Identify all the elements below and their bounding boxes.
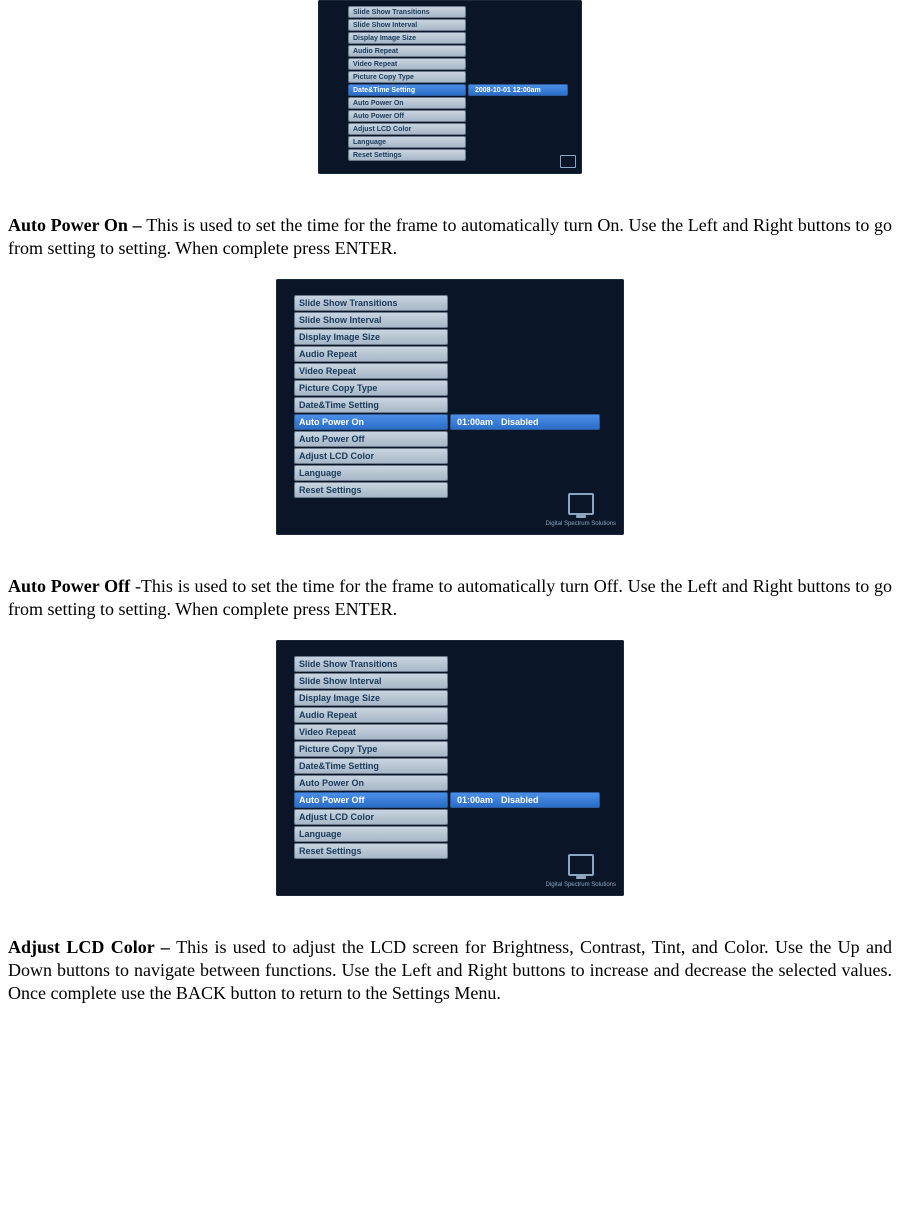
selected-value[interactable]: 2008-10-01 12:00am bbox=[468, 84, 568, 96]
menu-item[interactable]: Auto Power Off bbox=[294, 431, 448, 447]
screenshot-auto-power-off: Slide Show TransitionsSlide Show Interva… bbox=[0, 640, 900, 896]
menu-item[interactable]: Auto Power On bbox=[294, 414, 448, 430]
menu-item[interactable]: Auto Power Off bbox=[348, 110, 466, 122]
menu-item[interactable]: Audio Repeat bbox=[294, 707, 448, 723]
screenshot-date-time: Slide Show TransitionsSlide Show Interva… bbox=[0, 0, 900, 174]
menu-item[interactable]: Auto Power On bbox=[294, 775, 448, 791]
document-page: Slide Show TransitionsSlide Show Interva… bbox=[0, 0, 900, 1006]
selected-value-state: Disabled bbox=[501, 417, 539, 427]
menu-item[interactable]: Auto Power Off bbox=[294, 792, 448, 808]
menu-item[interactable]: Picture Copy Type bbox=[294, 380, 448, 396]
selected-value[interactable]: 01:00am Disabled bbox=[450, 414, 600, 430]
menu-item[interactable]: Date&Time Setting bbox=[294, 758, 448, 774]
selected-value-state: Disabled bbox=[501, 795, 539, 805]
menu-item[interactable]: Reset Settings bbox=[294, 482, 448, 498]
menu-item[interactable]: Language bbox=[294, 465, 448, 481]
menu-item[interactable]: Language bbox=[348, 136, 466, 148]
brand-logo-icon bbox=[560, 155, 576, 168]
device-screen: Slide Show TransitionsSlide Show Interva… bbox=[276, 640, 624, 896]
menu-item[interactable]: Display Image Size bbox=[294, 329, 448, 345]
brand-logo-text: Digital Spectrum Solutions bbox=[546, 882, 616, 888]
menu-item[interactable]: Adjust LCD Color bbox=[294, 448, 448, 464]
paragraph-auto-power-on: Auto Power On – This is used to set the … bbox=[0, 214, 900, 261]
paragraph-auto-power-off: Auto Power Off -This is used to set the … bbox=[0, 575, 900, 622]
menu-item[interactable]: Reset Settings bbox=[294, 843, 448, 859]
menu-item[interactable]: Slide Show Interval bbox=[294, 312, 448, 328]
device-screen: Slide Show TransitionsSlide Show Interva… bbox=[318, 0, 582, 174]
settings-menu: Slide Show TransitionsSlide Show Interva… bbox=[294, 295, 448, 498]
menu-item[interactable]: Slide Show Transitions bbox=[348, 6, 466, 18]
screenshot-auto-power-on: Slide Show TransitionsSlide Show Interva… bbox=[0, 279, 900, 535]
menu-item[interactable]: Audio Repeat bbox=[294, 346, 448, 362]
menu-item[interactable]: Slide Show Interval bbox=[294, 673, 448, 689]
settings-menu: Slide Show TransitionsSlide Show Interva… bbox=[294, 656, 448, 859]
selected-value-time: 01:00am bbox=[457, 795, 493, 805]
settings-menu: Slide Show TransitionsSlide Show Interva… bbox=[348, 6, 466, 161]
selected-value-time: 01:00am bbox=[457, 417, 493, 427]
heading-auto-power-on: Auto Power On – bbox=[8, 215, 146, 235]
selected-value[interactable]: 01:00am Disabled bbox=[450, 792, 600, 808]
monitor-icon bbox=[568, 854, 594, 876]
menu-item[interactable]: Date&Time Setting bbox=[294, 397, 448, 413]
menu-item[interactable]: Auto Power On bbox=[348, 97, 466, 109]
menu-item[interactable]: Slide Show Interval bbox=[348, 19, 466, 31]
paragraph-adjust-lcd: Adjust LCD Color – This is used to adjus… bbox=[0, 936, 900, 1006]
menu-item[interactable]: Language bbox=[294, 826, 448, 842]
menu-item[interactable]: Adjust LCD Color bbox=[294, 809, 448, 825]
menu-item[interactable]: Adjust LCD Color bbox=[348, 123, 466, 135]
menu-item[interactable]: Video Repeat bbox=[348, 58, 466, 70]
heading-auto-power-off: Auto Power Off bbox=[8, 576, 135, 596]
menu-item[interactable]: Audio Repeat bbox=[348, 45, 466, 57]
monitor-icon bbox=[568, 493, 594, 515]
menu-item[interactable]: Picture Copy Type bbox=[294, 741, 448, 757]
menu-item[interactable]: Reset Settings bbox=[348, 149, 466, 161]
menu-item[interactable]: Display Image Size bbox=[294, 690, 448, 706]
menu-item[interactable]: Slide Show Transitions bbox=[294, 295, 448, 311]
brand-logo: Digital Spectrum Solutions bbox=[546, 493, 616, 527]
menu-item[interactable]: Picture Copy Type bbox=[348, 71, 466, 83]
menu-item[interactable]: Slide Show Transitions bbox=[294, 656, 448, 672]
menu-item[interactable]: Video Repeat bbox=[294, 724, 448, 740]
brand-logo: Digital Spectrum Solutions bbox=[546, 854, 616, 888]
body-auto-power-off: -This is used to set the time for the fr… bbox=[8, 576, 892, 619]
device-screen: Slide Show TransitionsSlide Show Interva… bbox=[276, 279, 624, 535]
menu-item[interactable]: Display Image Size bbox=[348, 32, 466, 44]
menu-item[interactable]: Video Repeat bbox=[294, 363, 448, 379]
brand-logo-text: Digital Spectrum Solutions bbox=[546, 521, 616, 527]
menu-item[interactable]: Date&Time Setting bbox=[348, 84, 466, 96]
heading-adjust-lcd: Adjust LCD Color – bbox=[8, 937, 176, 957]
